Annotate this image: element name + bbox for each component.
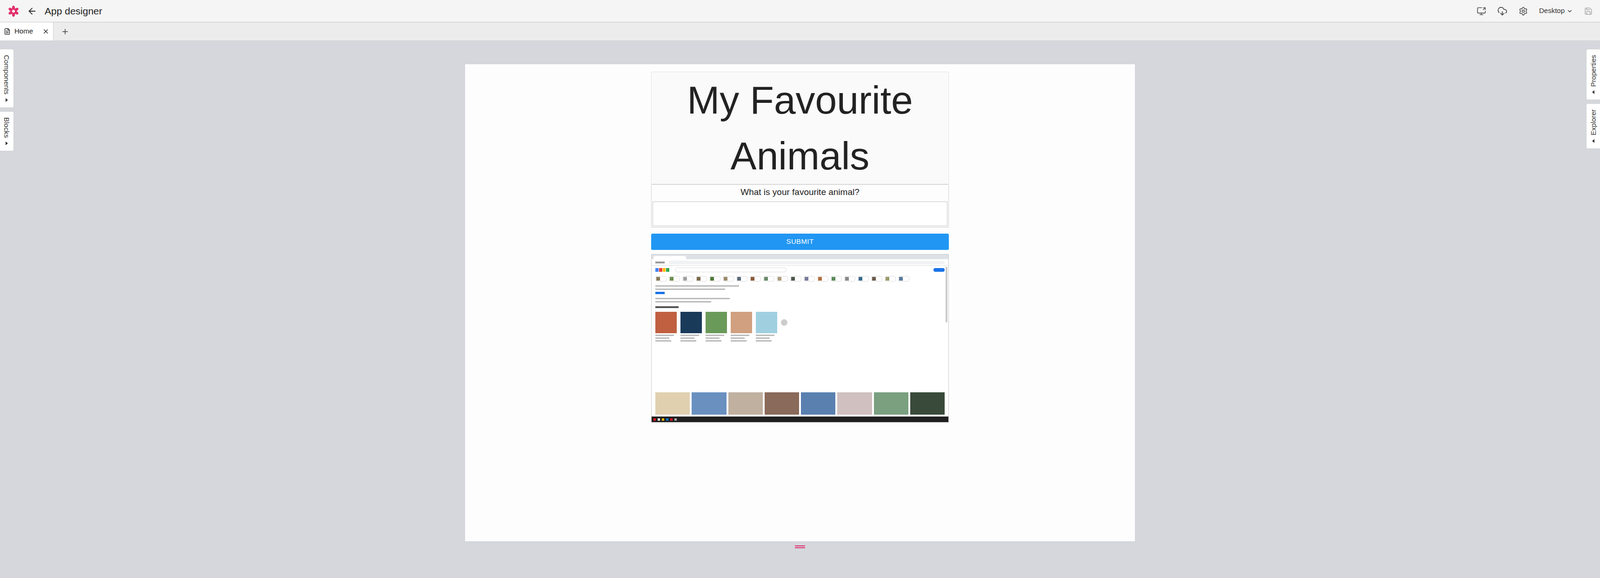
side-panel-label: Components (3, 54, 11, 95)
heading-box[interactable]: My Favourite Animals (651, 71, 949, 185)
content-column: My Favourite Animals What is your favouri… (651, 71, 949, 541)
save-icon[interactable] (1584, 6, 1593, 16)
device-select[interactable]: Desktop (1539, 5, 1574, 17)
page-tab[interactable]: Home (0, 22, 54, 41)
image-component[interactable] (651, 253, 949, 423)
page-icon (3, 27, 11, 35)
browser-address-bar (651, 259, 949, 266)
form-field[interactable]: What is your favourite animal? (651, 184, 949, 228)
side-panel-label: Explorer (1589, 109, 1597, 136)
side-panel-tab[interactable]: Components (0, 48, 14, 108)
expand-arrow-icon (1592, 90, 1595, 94)
expand-arrow-icon (5, 141, 8, 146)
app-title: App designer (44, 3, 103, 19)
workspace: Components Blocks My Favourite Animals What… (0, 40, 1600, 578)
logo-icon (7, 5, 20, 18)
close-icon[interactable] (42, 27, 50, 35)
side-panel-label: Properties (1589, 54, 1597, 87)
side-panel-tab[interactable]: Explorer (1586, 103, 1600, 149)
heading: My Favourite Animals (651, 72, 949, 184)
preview-icon[interactable] (1476, 6, 1487, 16)
side-panel-tab[interactable]: Properties (1586, 48, 1600, 100)
field-label: What is your favourite animal? (652, 186, 948, 198)
left-panel-tabs: Components Blocks (0, 40, 14, 578)
taskbar (651, 416, 949, 422)
expand-arrow-icon (5, 98, 8, 102)
canvas: My Favourite Animals What is your favouri… (465, 64, 1135, 541)
browser-tab-strip (651, 254, 949, 260)
right-panel-tabs: Properties Explorer (1586, 40, 1600, 578)
settings-icon[interactable] (1518, 6, 1528, 16)
side-panel-label: Blocks (3, 117, 11, 138)
add-tab-icon[interactable] (53, 22, 77, 41)
text-input[interactable] (652, 201, 948, 227)
back-arrow-icon[interactable] (26, 6, 38, 17)
resize-handle[interactable] (794, 545, 806, 548)
top-bar: App designer Desktop (0, 0, 1600, 23)
canvas-area: My Favourite Animals What is your favouri… (13, 40, 1587, 578)
submit-button[interactable]: SUBMIT (651, 233, 949, 250)
cloud-download-icon[interactable] (1497, 6, 1508, 17)
browser-page (651, 265, 949, 417)
page-tab-bar: Home (0, 22, 1600, 41)
app-designer: App designer Desktop Home Components Blocks M… (0, 0, 1600, 578)
chevron-down-icon (1566, 7, 1574, 15)
side-panel-tab[interactable]: Blocks (0, 111, 14, 152)
expand-arrow-icon (1592, 139, 1595, 143)
